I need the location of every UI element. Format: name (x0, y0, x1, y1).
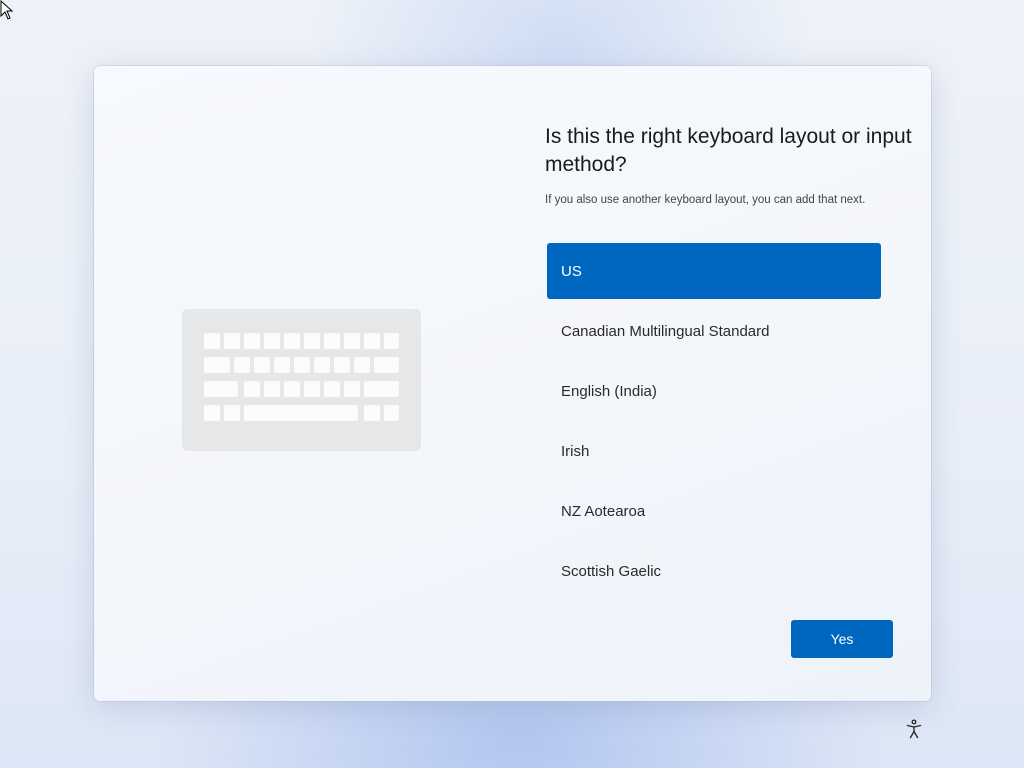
page-title: Is this the right keyboard layout or inp… (545, 125, 912, 176)
layout-option-label: English (India) (561, 382, 657, 400)
layout-option-scottish-gaelic[interactable]: Scottish Gaelic (547, 543, 881, 599)
layout-option-label: Canadian Multilingual Standard (561, 322, 770, 340)
layout-option-label: US (561, 262, 582, 280)
layout-option-label: Irish (561, 442, 590, 460)
keyboard-icon (182, 309, 421, 451)
layout-option-canadian-multilingual-standard[interactable]: Canadian Multilingual Standard (547, 303, 881, 359)
mouse-pointer-icon (0, 0, 14, 20)
layout-option-english-india[interactable]: English (India) (547, 363, 881, 419)
layout-option-label: NZ Aotearoa (561, 502, 646, 520)
layout-option-nz-aotearoa[interactable]: NZ Aotearoa (547, 483, 881, 539)
layout-option-label: Scottish Gaelic (561, 562, 662, 580)
layout-option-us[interactable]: US (547, 243, 881, 299)
keyboard-layout-list: US Canadian Multilingual Standard Englis… (547, 243, 881, 603)
yes-button[interactable]: Yes (791, 620, 893, 658)
keyboard-setup-dialog: Is this the right keyboard layout or inp… (94, 66, 931, 701)
layout-option-irish[interactable]: Irish (547, 423, 881, 479)
accessibility-icon[interactable] (905, 719, 923, 739)
page-subtitle: If you also use another keyboard layout,… (545, 194, 866, 206)
